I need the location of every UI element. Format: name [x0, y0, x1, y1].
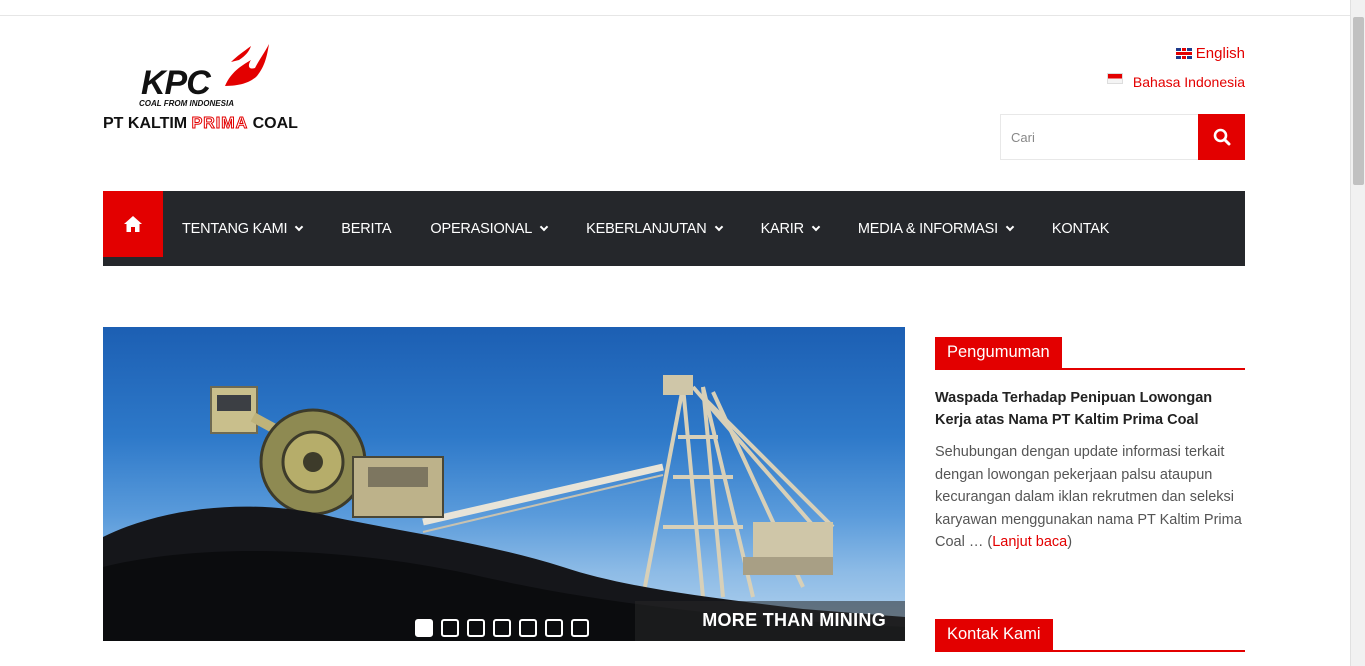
uk-flag-icon [1175, 48, 1192, 59]
slider-pagination [415, 619, 589, 637]
nav-item-tentang-kami[interactable]: TENTANG KAMI [182, 220, 304, 237]
nav-item-operasional[interactable]: OPERASIONAL [430, 220, 549, 237]
nav-item-label: BERITA [341, 220, 392, 237]
language-indonesian-label: Bahasa Indonesia [1132, 74, 1245, 90]
nav-home-button[interactable] [103, 191, 163, 257]
id-flag-icon [1106, 72, 1123, 84]
flame-logo-icon [225, 44, 269, 86]
slider-dot-2[interactable] [441, 619, 459, 637]
slider-dot-4[interactable] [493, 619, 511, 637]
company-name-prefix: PT KALTIM [103, 115, 192, 132]
scrollbar-thumb[interactable] [1353, 17, 1364, 185]
page-scrollbar[interactable] [1350, 0, 1365, 666]
nav-item-karir[interactable]: KARIR [760, 220, 821, 237]
announcement-widget-header: Pengumuman [935, 337, 1245, 370]
announcement-title-link[interactable]: Waspada Terhadap Penipuan Lowongan Kerja… [935, 387, 1247, 431]
nav-item-keberlanjutan[interactable]: KEBERLANJUTAN [586, 220, 723, 237]
company-name-accent: PRIMA [191, 115, 249, 133]
home-icon [124, 216, 142, 232]
chevron-down-icon [539, 222, 549, 231]
search-form [1000, 114, 1245, 160]
nav-item-label: MEDIA & INFORMASI [857, 220, 998, 237]
announcement-excerpt-end: ) [1067, 534, 1073, 550]
nav-item-berita[interactable]: BERITA [341, 221, 391, 237]
slider-dot-6[interactable] [545, 619, 563, 637]
company-name-suffix: COAL [248, 115, 298, 132]
hero-slider[interactable]: MORE THAN MINING [103, 327, 905, 641]
nav-item-media-informasi[interactable]: MEDIA & INFORMASI [857, 220, 1015, 237]
company-name: PT KALTIM PRIMA COAL [103, 115, 298, 133]
nav-item-kontak[interactable]: KONTAK [1051, 220, 1110, 237]
main-navigation: TENTANG KAMI BERITA OPERASIONAL KEBERLAN… [103, 191, 1245, 266]
read-more-link[interactable]: Lanjut baca [992, 534, 1067, 550]
language-english-link[interactable]: English [1175, 45, 1245, 62]
site-logo[interactable]: KPC COAL FROM INDONESIA PT KALTIM PRIMA … [103, 42, 308, 134]
contact-widget-header: Kontak Kami [935, 619, 1245, 652]
slider-dot-3[interactable] [467, 619, 485, 637]
contact-widget-title: Kontak Kami [935, 619, 1053, 652]
logo-kpc-text: KPC [141, 64, 211, 102]
announcement-excerpt: Sehubungan dengan update informasi terka… [935, 441, 1247, 554]
search-icon [1213, 128, 1230, 146]
nav-item-label: TENTANG KAMI [182, 220, 288, 237]
announcement-widget-title: Pengumuman [935, 337, 1062, 370]
slide-image-mining-equipment [103, 375, 905, 641]
nav-item-label: OPERASIONAL [430, 220, 533, 237]
nav-item-label: KARIR [760, 220, 805, 237]
nav-item-label: KEBERLANJUTAN [586, 220, 707, 237]
nav-item-label: KONTAK [1051, 220, 1110, 237]
language-english-label: English [1195, 45, 1245, 62]
slide-caption: MORE THAN MINING [702, 610, 886, 630]
chevron-down-icon [714, 222, 723, 231]
slider-dot-1[interactable] [415, 619, 433, 637]
search-input[interactable] [1000, 114, 1198, 160]
browser-top-strip [0, 0, 1350, 16]
language-indonesian-link[interactable]: Bahasa Indonesia [1106, 72, 1245, 90]
slider-dot-5[interactable] [519, 619, 537, 637]
slider-dot-7[interactable] [571, 619, 589, 637]
search-button[interactable] [1198, 114, 1245, 160]
logo-tagline: COAL FROM INDONESIA [139, 99, 234, 108]
announcement-excerpt-text: Sehubungan dengan update informasi terka… [935, 444, 1242, 550]
chevron-down-icon [1005, 222, 1015, 231]
chevron-down-icon [295, 222, 304, 231]
chevron-down-icon [811, 222, 821, 231]
